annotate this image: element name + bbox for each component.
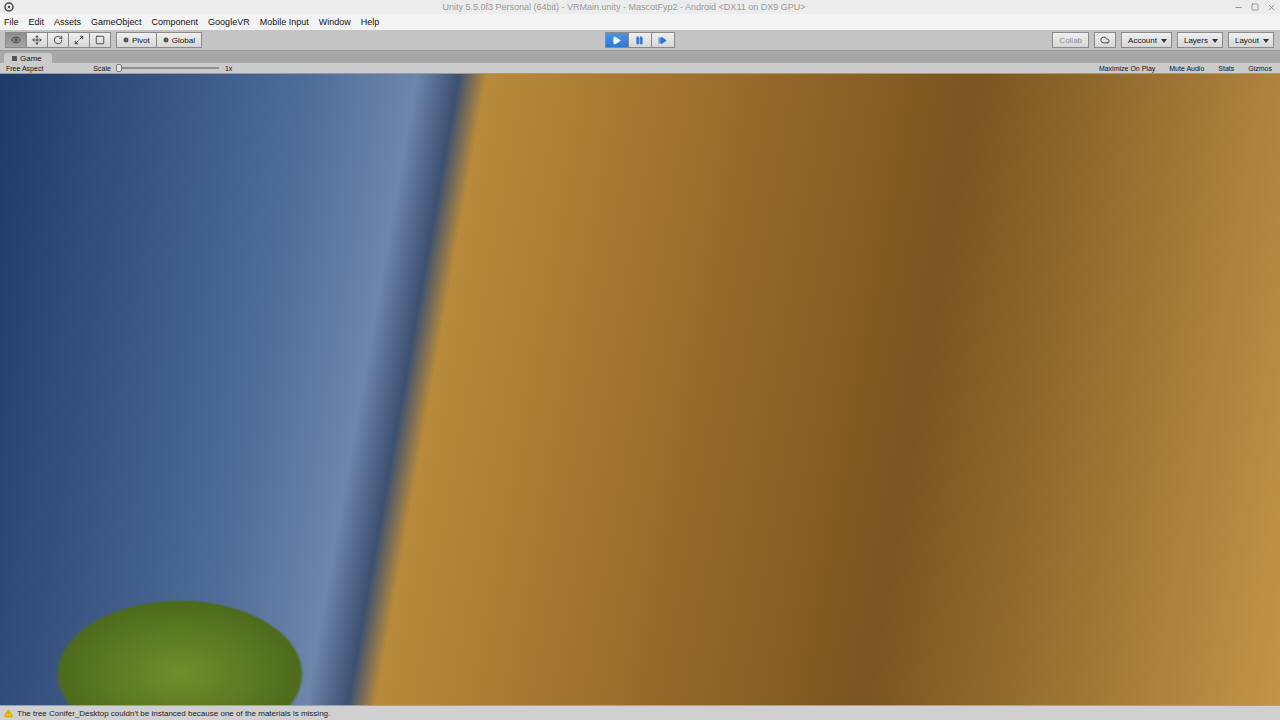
menu-item[interactable]: Edit <box>29 17 45 27</box>
game-toggle[interactable]: Stats <box>1216 65 1236 72</box>
move-icon <box>32 35 42 45</box>
game-tab-icon <box>12 56 17 61</box>
handle-toggles: PivotGlobal <box>117 32 202 48</box>
close-icon[interactable] <box>1267 3 1276 12</box>
tool-button[interactable] <box>47 32 69 48</box>
scale-control: Scale 1x <box>93 65 232 72</box>
status-message[interactable]: The tree Conifer_Desktop couldn't be ins… <box>17 709 330 718</box>
minimize-icon[interactable] <box>1234 3 1243 12</box>
playback-controls <box>606 32 675 48</box>
window-title: Unity 5.5.0f3 Personal (64bit) - VRMain.… <box>20 2 1228 12</box>
menu-item[interactable]: Help <box>361 17 380 27</box>
tool-button[interactable] <box>26 32 48 48</box>
cloud-button[interactable] <box>1094 32 1116 48</box>
handle-button[interactable]: Pivot <box>116 32 157 48</box>
playback-button[interactable] <box>628 32 652 48</box>
transform-tools <box>6 32 111 48</box>
menu-item[interactable]: File <box>4 17 19 27</box>
handle-icon <box>123 37 129 43</box>
tool-button[interactable] <box>68 32 90 48</box>
menu-item[interactable]: Mobile Input <box>260 17 309 27</box>
menu-item[interactable]: Assets <box>54 17 81 27</box>
rotate-icon <box>53 35 63 45</box>
collab-button[interactable]: Collab <box>1052 32 1089 48</box>
menu-item[interactable]: Component <box>152 17 199 27</box>
aspect-dropdown[interactable]: Free Aspect <box>6 65 43 72</box>
handle-button[interactable]: Global <box>156 32 202 48</box>
title-bar: Unity 5.5.0f3 Personal (64bit) - VRMain.… <box>0 0 1280 14</box>
game-toggle[interactable]: Gizmos <box>1246 65 1274 72</box>
maximize-icon[interactable] <box>1251 3 1259 11</box>
scale-icon <box>74 35 84 45</box>
game-toggle[interactable]: Mute Audio <box>1167 65 1206 72</box>
eye-icon <box>11 35 21 45</box>
playback-button[interactable] <box>651 32 675 48</box>
window-controls <box>1234 3 1276 12</box>
scale-reading: 1x <box>225 65 232 72</box>
menu-item[interactable]: GoogleVR <box>208 17 250 27</box>
dropdown-button[interactable]: Layers <box>1177 32 1223 48</box>
game-toolbar: Free Aspect Scale 1x Maximize On Play Mute A… <box>0 63 1280 74</box>
pause-icon <box>635 36 644 45</box>
playback-button[interactable] <box>605 32 629 48</box>
unity-editor: Unity 5.5.0f3 Personal (64bit) - VRMain.… <box>0 0 1280 720</box>
step-icon <box>658 36 667 45</box>
play-icon <box>612 36 621 45</box>
rect-icon <box>95 35 105 45</box>
scale-thumb[interactable] <box>116 64 122 72</box>
game-tab[interactable]: Game <box>4 53 52 63</box>
menu-bar: File Edit Assets GameObject Component GoogleV… <box>0 14 1280 30</box>
menu-item[interactable]: GameObject <box>91 17 142 27</box>
status-bar: The tree Conifer_Desktop couldn't be ins… <box>0 705 1280 720</box>
game-toggle[interactable]: Maximize On Play <box>1097 65 1157 72</box>
handle-icon <box>163 37 169 43</box>
dropdown-button[interactable]: Account <box>1121 32 1172 48</box>
cloud-icon <box>1100 35 1110 45</box>
scale-slider[interactable] <box>117 67 219 69</box>
unity-logo-icon <box>4 2 14 12</box>
scale-label: Scale <box>93 65 111 72</box>
game-viewport[interactable] <box>0 74 1280 705</box>
tab-row: Game <box>0 51 1280 63</box>
warning-icon <box>4 709 13 718</box>
tool-button[interactable] <box>89 32 111 48</box>
dropdown-button[interactable]: Layout <box>1228 32 1274 48</box>
tool-button[interactable] <box>5 32 27 48</box>
toolbar: PivotGlobal Collab Account Layers Layout <box>0 30 1280 51</box>
menu-item[interactable]: Window <box>319 17 351 27</box>
